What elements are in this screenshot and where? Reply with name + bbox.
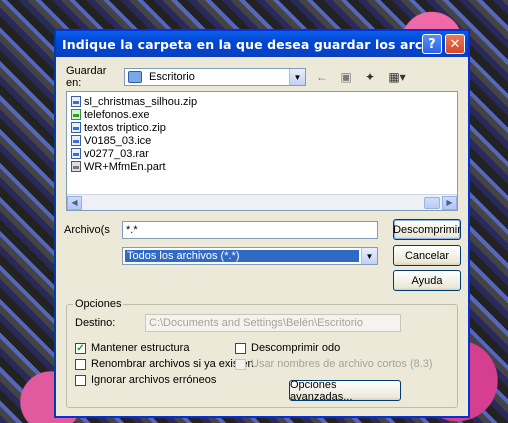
title-bar[interactable]: Indique la carpeta en la que desea guard… [56, 31, 468, 57]
horizontal-scrollbar[interactable]: ◀ ▶ [67, 194, 457, 210]
descomprimir-button[interactable]: Descomprimir [393, 219, 461, 240]
opciones-group: Opciones Destino: C:\Documents and Setti… [66, 298, 458, 408]
list-item[interactable]: textos triptico.zip [71, 121, 166, 134]
part-icon [71, 161, 81, 172]
scroll-left-icon[interactable]: ◀ [67, 195, 82, 210]
zip-icon [71, 122, 81, 133]
checkbox-box [75, 374, 86, 386]
destino-label: Destino: [75, 317, 116, 329]
new-folder-icon[interactable]: ✦ [362, 70, 378, 84]
checkmark-icon: ✓ [75, 342, 86, 354]
advanced-options-button[interactable]: Opciones avanzadas... [289, 379, 401, 403]
help-icon[interactable]: ? [422, 34, 442, 54]
list-item[interactable]: V0185_03.ice [71, 134, 151, 147]
zip-icon [71, 96, 81, 107]
nombres-cortos-checkbox: Usar nombres de archivo cortos (8.3) [235, 358, 433, 370]
rar-icon [71, 148, 81, 159]
scroll-track[interactable] [82, 196, 442, 210]
location-label: Guardar en: [66, 65, 107, 89]
location-value: Escritorio [149, 71, 195, 83]
view-menu-icon[interactable]: ▦▾ [386, 70, 408, 84]
mantener-estructura-checkbox[interactable]: ✓ Mantener estructura [75, 342, 189, 354]
checkbox-box [235, 342, 246, 354]
scroll-thumb[interactable] [424, 196, 440, 209]
file-icon [71, 135, 81, 146]
dialog-title: Indique la carpeta en la que desea guard… [62, 36, 422, 52]
scroll-right-icon[interactable]: ▶ [442, 195, 457, 210]
close-icon[interactable]: ✕ [445, 34, 465, 54]
list-item[interactable]: telefonos.exe [71, 108, 149, 121]
back-icon[interactable]: ← [314, 70, 330, 84]
chevron-down-icon[interactable]: ▼ [289, 69, 305, 85]
filetype-value: Todos los archivos (*.*) [125, 250, 359, 262]
list-item[interactable]: sl_christmas_silhou.zip [71, 95, 197, 108]
renombrar-checkbox[interactable]: Renombrar archivos si ya existen [75, 358, 254, 370]
desktop-folder-icon [128, 71, 142, 83]
archivo-label: Archivo(s [64, 224, 110, 236]
file-list[interactable]: sl_christmas_silhou.zip telefonos.exe te… [66, 91, 458, 211]
save-folder-dialog: Indique la carpeta en la que desea guard… [55, 30, 469, 417]
up-folder-icon[interactable]: ▣ [338, 70, 354, 84]
location-row: Guardar en: Escritorio ▼ ← ▣ ✦ ▦▾ [66, 65, 458, 89]
help-button[interactable]: Ayuda [393, 270, 461, 291]
ignorar-checkbox[interactable]: Ignorar archivos erróneos [75, 374, 216, 386]
list-item[interactable]: v0277_03.rar [71, 147, 149, 160]
descomprimir-todo-checkbox[interactable]: Descomprimir odo [235, 342, 340, 354]
filetype-dropdown[interactable]: Todos los archivos (*.*) ▼ [122, 247, 378, 265]
checkbox-box [235, 358, 246, 370]
list-item[interactable]: WR+MfmEn.part [71, 160, 166, 173]
chevron-down-icon[interactable]: ▼ [361, 248, 377, 264]
location-dropdown[interactable]: Escritorio ▼ [124, 68, 306, 86]
exe-icon [71, 109, 81, 120]
destino-field: C:\Documents and Settings\Belén\Escritor… [145, 314, 401, 332]
archivo-input[interactable]: *.* [122, 221, 378, 239]
opciones-legend: Opciones [73, 298, 124, 310]
cancel-button[interactable]: Cancelar [393, 245, 461, 266]
checkbox-box [75, 358, 86, 370]
